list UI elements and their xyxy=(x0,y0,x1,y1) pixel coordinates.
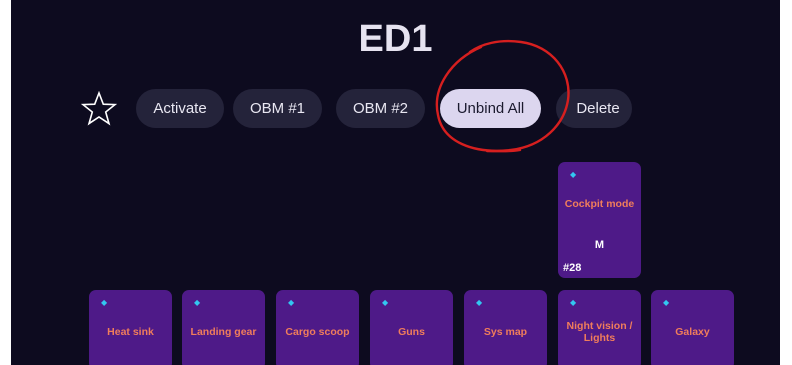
key-number: #28 xyxy=(563,262,582,274)
key-label: Landing gear xyxy=(190,326,257,338)
key-binding: M xyxy=(594,239,605,251)
key-label: Guns xyxy=(398,326,425,338)
indicator-dot-icon: ◆ xyxy=(570,170,577,179)
key-label: Sys map xyxy=(483,326,528,338)
key-sys-map[interactable]: ◆ Sys map xyxy=(464,290,547,365)
profile-panel: ED1 Activate OBM #1 OBM #2 Unbind All De… xyxy=(11,0,780,365)
toolbar: Activate OBM #1 OBM #2 Unbind All Delete xyxy=(11,0,780,140)
key-cargo-scoop[interactable]: ◆ Cargo scoop xyxy=(276,290,359,365)
indicator-dot-icon: ◆ xyxy=(101,298,108,307)
activate-button[interactable]: Activate xyxy=(136,89,224,128)
indicator-dot-icon: ◆ xyxy=(288,298,295,307)
star-outline-icon[interactable] xyxy=(81,91,117,127)
key-label: Heat sink xyxy=(107,326,154,338)
indicator-dot-icon: ◆ xyxy=(663,298,670,307)
indicator-dot-icon: ◆ xyxy=(382,298,389,307)
delete-button[interactable]: Delete xyxy=(556,89,632,128)
indicator-dot-icon: ◆ xyxy=(194,298,201,307)
key-galaxy[interactable]: ◆ Galaxy xyxy=(651,290,734,365)
key-landing-gear[interactable]: ◆ Landing gear xyxy=(182,290,265,365)
key-guns[interactable]: ◆ Guns xyxy=(370,290,453,365)
obm-2-button[interactable]: OBM #2 xyxy=(336,89,425,128)
key-label: Galaxy xyxy=(675,326,710,338)
key-label: Cockpit mode xyxy=(564,198,635,210)
key-label: Cargo scoop xyxy=(285,326,350,338)
indicator-dot-icon: ◆ xyxy=(476,298,483,307)
key-heat-sink[interactable]: ◆ Heat sink xyxy=(89,290,172,365)
key-label: Night vision / Lights xyxy=(566,320,633,344)
obm-1-button[interactable]: OBM #1 xyxy=(233,89,322,128)
unbind-all-button[interactable]: Unbind All xyxy=(440,89,541,128)
key-night-vision-lights[interactable]: ◆ Night vision / Lights xyxy=(558,290,641,365)
key-cockpit-mode[interactable]: ◆ Cockpit mode M #28 xyxy=(558,162,641,278)
indicator-dot-icon: ◆ xyxy=(570,298,577,307)
